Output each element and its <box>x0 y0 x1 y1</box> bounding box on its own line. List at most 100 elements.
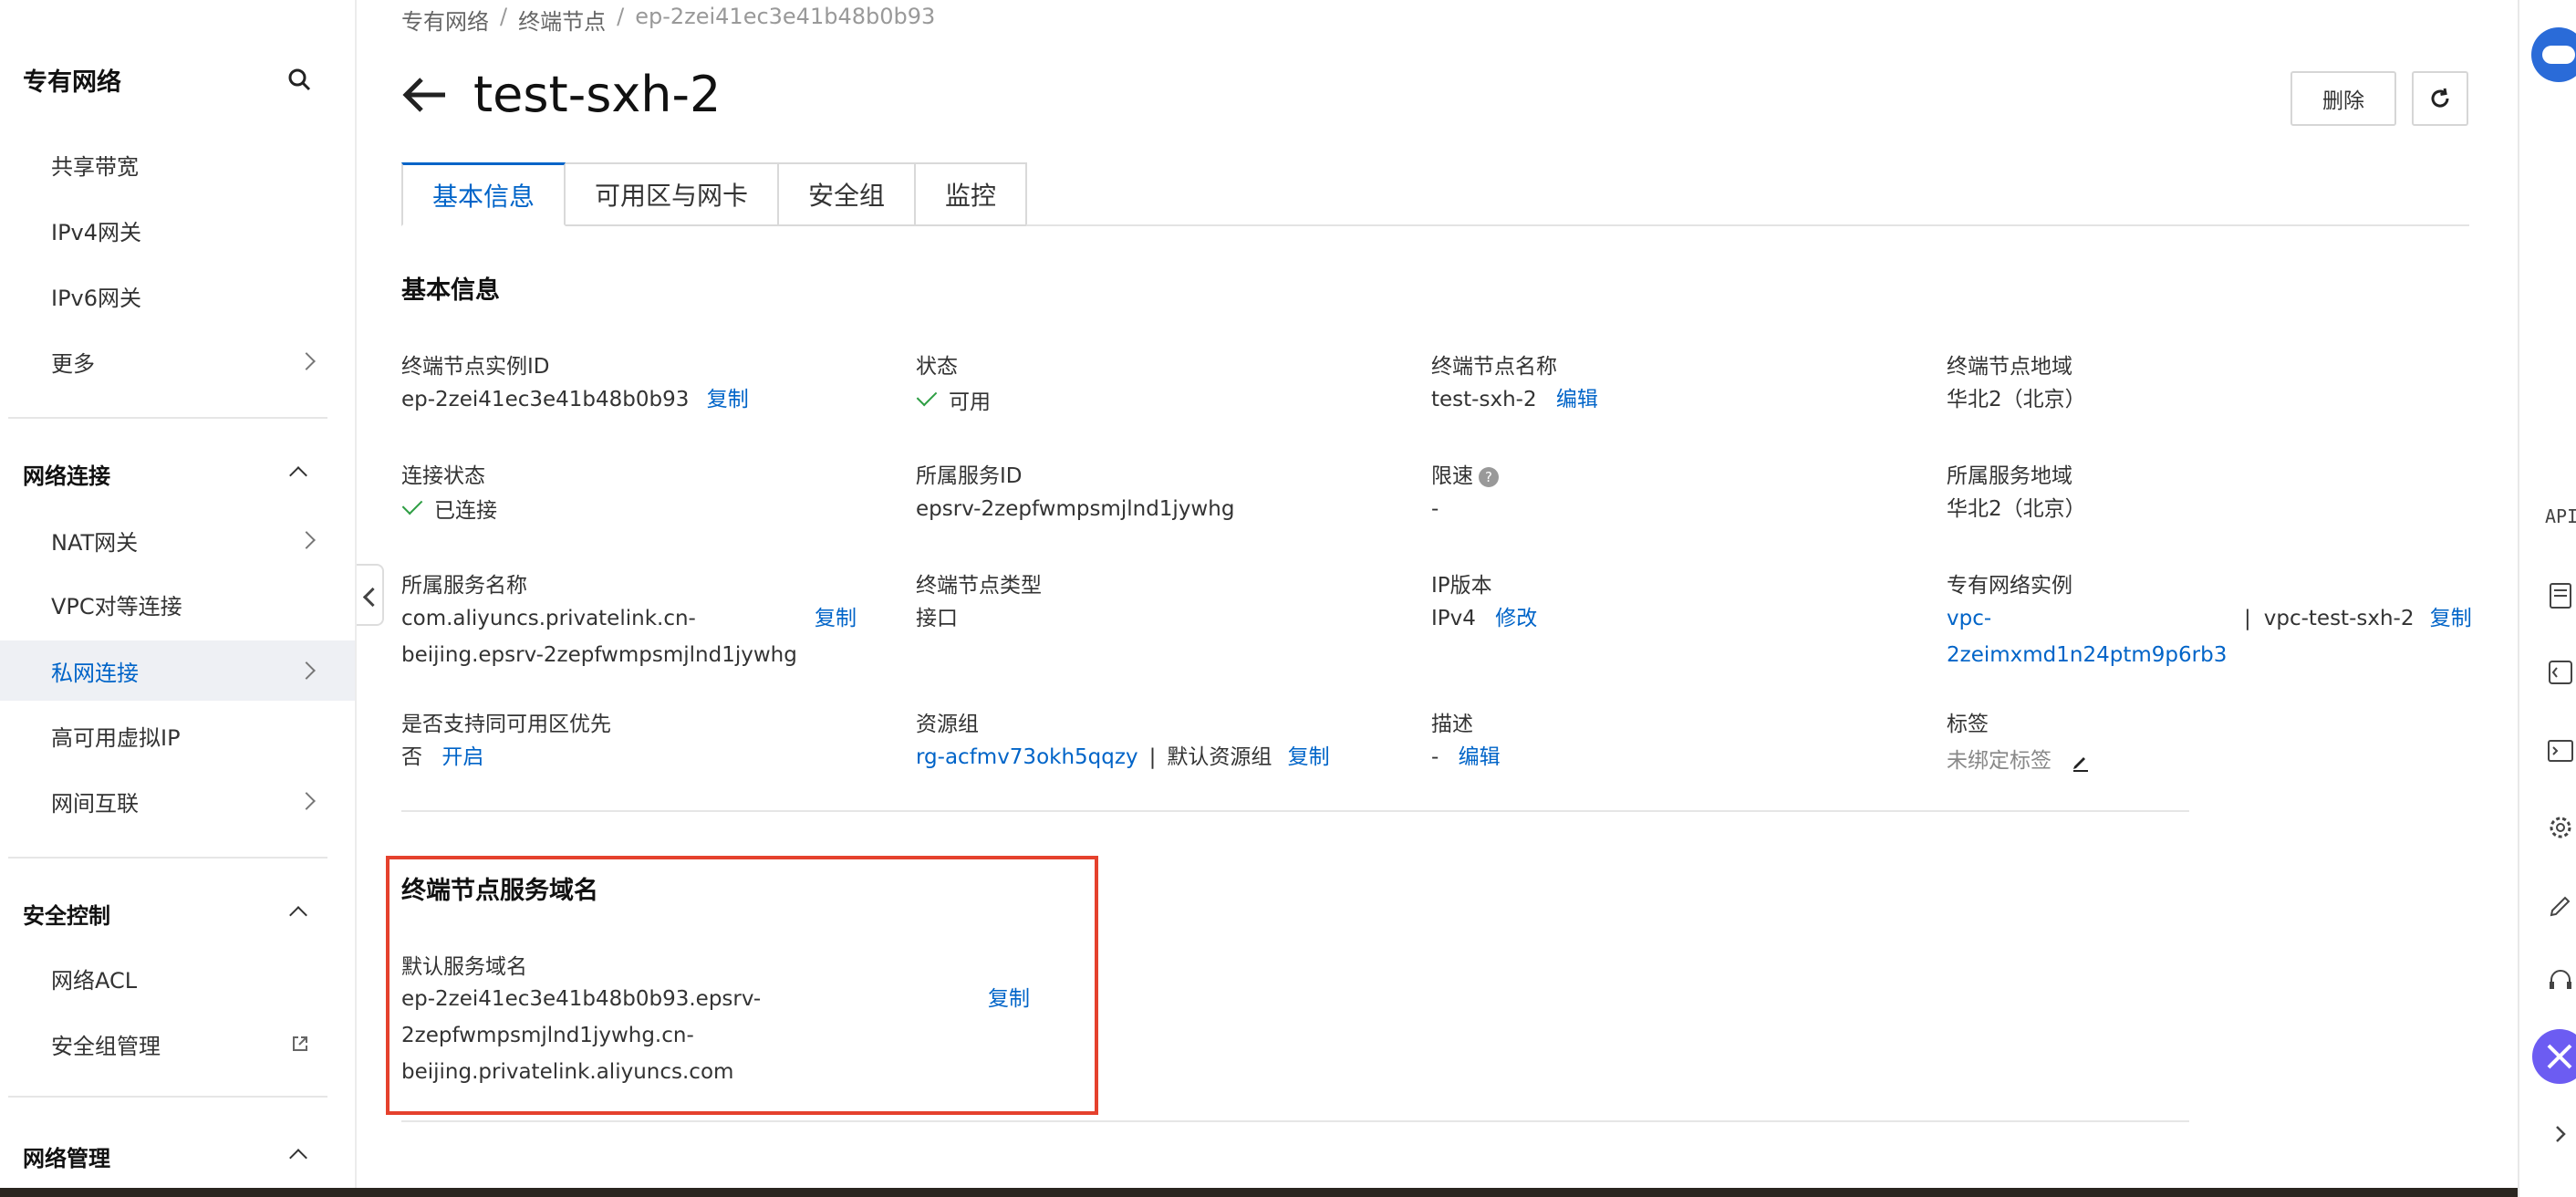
sidebar-item-shared-bandwidth[interactable]: 共享带宽 <box>0 135 355 193</box>
enable-link[interactable]: 开启 <box>441 745 483 769</box>
sidebar-item-privatelink[interactable]: 私网连接 <box>0 640 355 701</box>
sidebar-group-network-connect[interactable]: 网络连接 <box>23 458 110 490</box>
edit-name-link[interactable]: 编辑 <box>1556 388 1598 411</box>
chevron-up-icon[interactable] <box>289 1149 307 1167</box>
breadcrumb-endpoint[interactable]: 终端节点 <box>518 4 606 36</box>
refresh-icon <box>2431 88 2449 108</box>
sidebar-item-network-acl[interactable]: 网络ACL <box>0 949 355 1007</box>
chevron-up-icon[interactable] <box>289 906 307 924</box>
service-id-value: epsrv-2zepfwmpsmjlnd1jywhg <box>916 497 1235 521</box>
ip-version-value: IPv4 修改 <box>1431 607 1538 630</box>
sidebar-group-security[interactable]: 安全控制 <box>23 898 110 930</box>
check-icon <box>916 385 938 407</box>
chevron-right-icon[interactable] <box>2545 1119 2576 1150</box>
resource-group-link[interactable]: rg-acfmv73okh5qqzy <box>916 745 1138 769</box>
code-icon[interactable] <box>2545 657 2576 688</box>
sidebar: 专有网络 共享带宽 IPv4网关 IPv6网关 更多 网络连接 NAT网关 VP… <box>0 0 357 1197</box>
chevron-right-icon <box>297 792 316 810</box>
edit-description-link[interactable]: 编辑 <box>1459 745 1501 769</box>
copy-vpc-link[interactable]: 复制 <box>2430 607 2472 630</box>
delete-button[interactable]: 删除 <box>2290 71 2396 126</box>
endpoint-type-value: 接口 <box>916 607 958 630</box>
tags-label: 标签 <box>1947 713 1989 736</box>
vpc-id-link[interactable]: vpc- 2zeimxmd1n24ptm9p6rb3 <box>1947 600 2227 673</box>
tab-zones-eni[interactable]: 可用区与网卡 <box>566 162 780 226</box>
bandwidth-limit-label: 限速? <box>1431 458 1499 489</box>
check-icon <box>401 494 423 515</box>
chevron-right-icon <box>297 661 316 680</box>
sidebar-item-havip[interactable]: 高可用虚拟IP <box>0 706 355 765</box>
chevron-up-icon[interactable] <box>289 466 307 484</box>
tab-monitor[interactable]: 监控 <box>916 162 1028 226</box>
breadcrumb-vpc[interactable]: 专有网络 <box>401 4 489 36</box>
tabs-divider <box>1026 224 2469 226</box>
status-value: 可用 <box>916 384 991 421</box>
copy-link[interactable]: 复制 <box>707 388 749 411</box>
help-icon[interactable]: ? <box>1479 466 1499 487</box>
back-arrow-icon[interactable] <box>401 77 447 113</box>
resource-group-value: rg-acfmv73okh5qqzy | 默认资源组 复制 <box>916 745 1330 769</box>
sidebar-item-ipv6-gateway[interactable]: IPv6网关 <box>0 266 355 325</box>
endpoint-id-label: 终端节点实例ID <box>401 355 550 379</box>
section-divider <box>401 810 2189 812</box>
close-panel-icon[interactable] <box>2532 1029 2576 1084</box>
service-region-value: 华北2（北京） <box>1947 497 2086 521</box>
refresh-button[interactable] <box>2412 71 2468 126</box>
service-id-label: 所属服务ID <box>916 464 1023 488</box>
sidebar-collapse-button[interactable] <box>357 564 384 626</box>
edit-icon[interactable] <box>2545 889 2576 920</box>
service-name-value: com.aliyuncs.privatelink.cn- beijing.eps… <box>401 607 797 667</box>
breadcrumb-separator: / <box>617 4 625 29</box>
resource-group-label: 资源组 <box>916 713 979 736</box>
document-icon[interactable] <box>2545 580 2576 611</box>
tab-bar: 基本信息 可用区与网卡 安全组 监控 <box>401 162 1028 226</box>
ip-version-label: IP版本 <box>1431 574 1492 598</box>
vpc-instance-label: 专有网络实例 <box>1947 574 2072 598</box>
headset-icon[interactable] <box>2545 965 2576 996</box>
bandwidth-limit-value: - <box>1431 497 1439 521</box>
connection-status-label: 连接状态 <box>401 464 485 488</box>
tab-basic-info[interactable]: 基本信息 <box>401 162 566 226</box>
gear-icon[interactable] <box>2545 812 2576 843</box>
sidebar-item-vpc-peering[interactable]: VPC对等连接 <box>0 575 355 633</box>
description-label: 描述 <box>1431 713 1473 736</box>
endpoint-region-label: 终端节点地域 <box>1947 355 2072 379</box>
sidebar-item-network-interconnect[interactable]: 网间互联 <box>0 772 355 830</box>
description-value: - 编辑 <box>1431 745 1501 769</box>
sidebar-item-nat-gateway[interactable]: NAT网关 <box>0 511 355 569</box>
copy-domain-link[interactable]: 复制 <box>988 981 1030 1017</box>
sidebar-divider <box>8 417 327 419</box>
breadcrumb-current: ep-2zei41ec3e41b48b0b93 <box>635 4 936 29</box>
api-icon[interactable]: API <box>2545 505 2576 536</box>
close-icon <box>2547 1044 2572 1069</box>
separator: | <box>2244 607 2251 630</box>
endpoint-domain-heading: 终端节点服务域名 <box>401 877 598 905</box>
tab-security-group[interactable]: 安全组 <box>779 162 917 226</box>
sidebar-item-security-group[interactable]: 安全组管理 <box>0 1015 355 1073</box>
sidebar-divider <box>8 1096 327 1098</box>
default-domain-label: 默认服务域名 <box>401 955 527 979</box>
endpoint-id-value: ep-2zei41ec3e41b48b0b93 复制 <box>401 388 749 411</box>
sidebar-group-network-manage[interactable]: 网络管理 <box>23 1140 110 1172</box>
edit-tag-icon[interactable] <box>2071 752 2091 772</box>
service-name-label: 所属服务名称 <box>401 574 527 598</box>
status-label: 状态 <box>916 355 958 379</box>
endpoint-type-label: 终端节点类型 <box>916 574 1042 598</box>
default-domain-value: ep-2zei41ec3e41b48b0b93.epsrv- 2zepfwmps… <box>401 987 762 1084</box>
desktop-strip <box>0 1188 2576 1197</box>
service-region-label: 所属服务地域 <box>1947 464 2072 488</box>
copy-resource-group-link[interactable]: 复制 <box>1288 745 1330 769</box>
tags-value: 未绑定标签 <box>1947 743 2091 779</box>
modify-ip-version-link[interactable]: 修改 <box>1495 607 1537 630</box>
breadcrumb: 专有网络 / 终端节点 / ep-2zei41ec3e41b48b0b93 <box>401 4 935 36</box>
same-zone-priority-label: 是否支持同可用区优先 <box>401 713 611 736</box>
external-link-icon <box>293 1036 307 1051</box>
terminal-icon[interactable] <box>2545 735 2576 766</box>
sidebar-item-more[interactable]: 更多 <box>0 332 355 390</box>
page-title: test-sxh-2 <box>473 66 722 123</box>
vpc-name-value: | vpc-test-sxh-2 复制 <box>2244 607 2472 630</box>
search-icon[interactable] <box>286 66 313 93</box>
sidebar-item-ipv4-gateway[interactable]: IPv4网关 <box>0 201 355 259</box>
copy-service-name-link[interactable]: 复制 <box>815 600 857 637</box>
same-zone-priority-value: 否 开启 <box>401 745 484 769</box>
